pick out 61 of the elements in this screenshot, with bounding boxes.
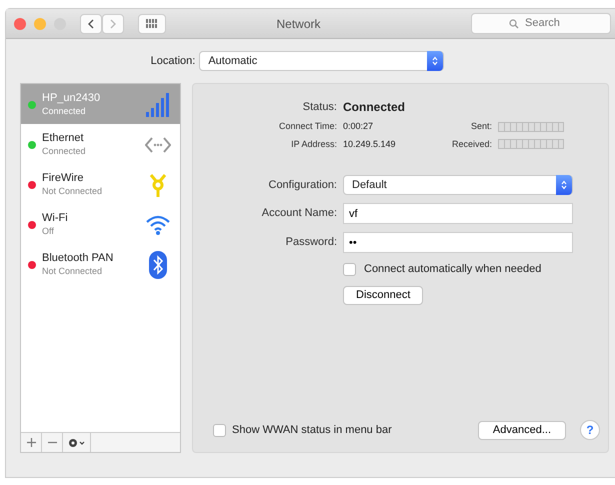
service-status: Connected	[42, 105, 87, 117]
bluetooth-icon	[149, 250, 167, 278]
show-all-button[interactable]	[138, 14, 166, 34]
service-item[interactable]: FireWire Not Connected	[21, 164, 180, 204]
close-button[interactable]	[14, 18, 26, 30]
stepper-icon	[432, 56, 438, 66]
connect-time-label: Connect Time:	[278, 120, 338, 133]
ethernet-icon	[145, 134, 171, 154]
signal-bars-icon	[145, 92, 171, 118]
search-icon	[509, 18, 519, 28]
search-field[interactable]: Search	[471, 13, 611, 34]
sent-label: Sent:	[470, 120, 493, 133]
forward-icon	[109, 18, 117, 28]
service-status: Not Connected	[42, 265, 104, 277]
stepper-icon	[561, 180, 567, 190]
location-value: Automatic	[208, 54, 258, 69]
status-label: Status:	[302, 100, 338, 115]
service-status: Connected	[42, 145, 87, 157]
checkbox-label: Connect automatically when needed	[364, 262, 542, 277]
disconnect-button[interactable]: Disconnect	[343, 286, 424, 304]
back-icon	[87, 18, 95, 28]
service-item[interactable]: Ethernet Connected	[21, 124, 180, 164]
checkbox[interactable]	[343, 262, 356, 276]
service-name: FireWire	[42, 172, 85, 185]
service-name: Ethernet	[42, 132, 85, 145]
service-status: Not Connected	[42, 185, 104, 197]
connect-time-value: 0:00:27	[343, 120, 374, 133]
password-label: Password:	[284, 235, 338, 250]
minimize-button[interactable]	[34, 18, 46, 30]
service-name: Wi-Fi	[42, 212, 69, 225]
back-button[interactable]	[80, 14, 102, 34]
gear-icon	[68, 438, 86, 448]
configuration-value: Default	[352, 178, 387, 193]
firewire-icon	[147, 172, 169, 198]
account-name-field[interactable]: vf	[343, 203, 573, 224]
grid-icon	[146, 18, 158, 28]
wifi-icon	[145, 214, 171, 236]
account-name-label: Account Name:	[260, 206, 338, 222]
service-item[interactable]: Wi-Fi Off	[21, 204, 180, 244]
service-item[interactable]: Bluetooth PAN Not Connected	[21, 244, 180, 284]
help-button[interactable]: ?	[580, 420, 600, 440]
checkbox-label: Show WWAN status in menu bar	[232, 422, 393, 438]
location-label: Location:	[150, 54, 196, 69]
advanced-button[interactable]: Advanced...	[478, 420, 566, 440]
location-dropdown[interactable]: Automatic	[199, 51, 444, 71]
ip-address-label: IP Address:	[290, 138, 338, 150]
service-name: HP_un2430	[42, 92, 102, 105]
configuration-label: Configuration:	[268, 178, 338, 193]
service-name: Bluetooth PAN	[42, 252, 114, 265]
checkbox[interactable]	[213, 424, 226, 436]
window-title: Network	[275, 16, 322, 32]
configuration-dropdown[interactable]: Default	[343, 175, 573, 195]
traffic-meter	[498, 139, 564, 150]
search-input[interactable]: Search	[523, 14, 573, 33]
ip-address-value: 10.249.5.149	[343, 138, 397, 150]
password-field[interactable]: ••	[343, 232, 573, 253]
plus-icon	[26, 438, 36, 447]
received-label: Received:	[450, 138, 493, 150]
traffic-meter	[498, 122, 564, 132]
status-value: Connected	[343, 99, 406, 116]
service-status: Off	[42, 225, 55, 237]
